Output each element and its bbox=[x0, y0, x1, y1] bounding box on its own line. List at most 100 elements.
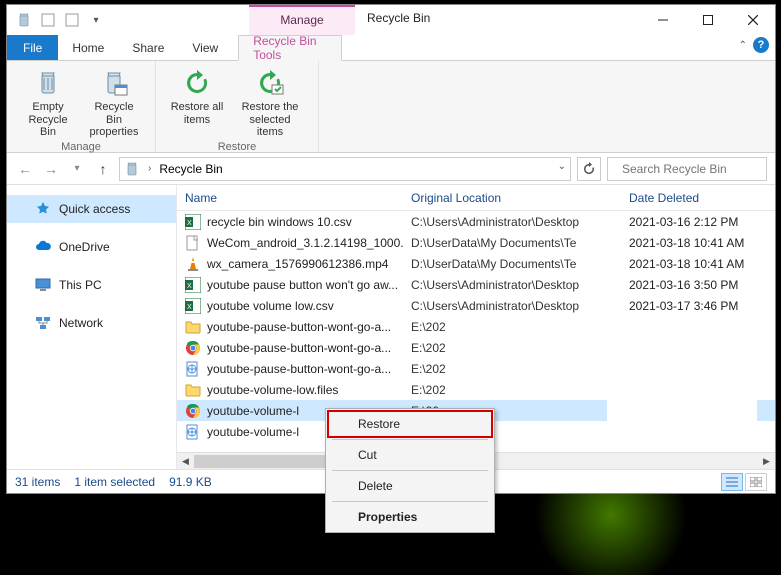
contextual-tab-manage: Manage bbox=[249, 5, 355, 35]
ctx-sep bbox=[332, 470, 488, 471]
ctx-cut[interactable]: Cut bbox=[328, 442, 492, 468]
address-dropdown-button[interactable]: ⌄ bbox=[558, 161, 566, 172]
system-menu-icon[interactable] bbox=[13, 9, 35, 31]
tab-home[interactable]: Home bbox=[58, 35, 118, 60]
original-location: C:\Users\Administrator\Desktop bbox=[403, 215, 621, 229]
collapse-ribbon-button[interactable]: ⌃ bbox=[739, 40, 747, 51]
column-headers: Name Original Location Date Deleted bbox=[177, 185, 775, 211]
date-deleted: 2021-03-18 10:41 AM bbox=[621, 257, 775, 271]
file-type-icon: X bbox=[185, 277, 201, 293]
file-name: youtube-volume-low.files bbox=[207, 383, 338, 397]
ctx-sep bbox=[332, 439, 488, 440]
nav-history-dropdown[interactable]: ▾ bbox=[67, 159, 87, 179]
status-size: 91.9 KB bbox=[169, 475, 212, 489]
breadcrumb-sep-icon[interactable]: › bbox=[146, 163, 153, 174]
tab-view[interactable]: View bbox=[178, 35, 232, 60]
ctx-properties[interactable]: Properties bbox=[328, 504, 492, 530]
original-location: C:\Users\Administrator\Desktop bbox=[403, 299, 621, 313]
cloud-icon bbox=[35, 239, 51, 255]
manage-label: Manage bbox=[280, 7, 323, 27]
svg-text:X: X bbox=[187, 220, 192, 227]
date-deleted: 2021-03-18 10:41 AM bbox=[621, 236, 775, 250]
file-type-icon bbox=[185, 256, 201, 272]
refresh-icon bbox=[582, 162, 596, 176]
tab-file[interactable]: File bbox=[7, 35, 58, 60]
restore-selected-button[interactable]: Restore the selected items bbox=[230, 65, 310, 141]
star-icon bbox=[35, 201, 51, 217]
restore-all-button[interactable]: Restore all items bbox=[164, 65, 230, 141]
tab-share[interactable]: Share bbox=[118, 35, 178, 60]
thumbnails-view-button[interactable] bbox=[745, 473, 767, 491]
nav-network[interactable]: Network bbox=[7, 309, 176, 337]
original-location: E:\202 bbox=[403, 320, 621, 334]
restore-all-icon bbox=[181, 67, 213, 99]
date-deleted: 2021-03-16 3:50 PM bbox=[621, 278, 775, 292]
details-view-button[interactable] bbox=[721, 473, 743, 491]
bin-properties-icon bbox=[98, 67, 130, 99]
nav-quick-access[interactable]: Quick access bbox=[7, 195, 176, 223]
original-location: E:\202 bbox=[403, 383, 621, 397]
ctx-restore[interactable]: Restore bbox=[328, 411, 492, 437]
original-location: C:\Users\Administrator\Desktop bbox=[403, 278, 621, 292]
file-type-icon bbox=[185, 424, 201, 440]
qat-placeholder-1-icon[interactable] bbox=[37, 9, 59, 31]
address-bar[interactable]: › Recycle Bin ⌄ bbox=[119, 157, 571, 181]
window-title: Recycle Bin bbox=[367, 11, 430, 25]
refresh-button[interactable] bbox=[577, 157, 601, 181]
table-row[interactable]: Xrecycle bin windows 10.csvC:\Users\Admi… bbox=[177, 211, 775, 232]
recycle-bin-properties-button[interactable]: Recycle Bin properties bbox=[81, 65, 147, 141]
table-row[interactable]: Xyoutube pause button won't go aw... C:\U… bbox=[177, 274, 775, 295]
file-name: youtube-pause-button-wont-go-a... bbox=[207, 341, 391, 355]
table-row[interactable]: WeCom_android_3.1.2.14198_1000...D:\User… bbox=[177, 232, 775, 253]
maximize-button[interactable] bbox=[685, 5, 730, 35]
empty-recycle-bin-button[interactable]: Empty Recycle Bin bbox=[15, 65, 81, 141]
navigation-pane: Quick access OneDrive This PC Network bbox=[7, 185, 177, 469]
file-name: WeCom_android_3.1.2.14198_1000... bbox=[207, 236, 403, 250]
nav-back-button[interactable]: ← bbox=[15, 159, 35, 179]
file-type-icon: X bbox=[185, 214, 201, 230]
column-date-deleted[interactable]: Date Deleted bbox=[621, 191, 775, 205]
scroll-left-button[interactable]: ◀ bbox=[177, 453, 194, 470]
file-name: youtube-volume-l bbox=[207, 425, 299, 439]
file-type-icon bbox=[185, 319, 201, 335]
nav-onedrive[interactable]: OneDrive bbox=[7, 233, 176, 261]
minimize-button[interactable] bbox=[640, 5, 685, 35]
file-name: youtube-pause-button-wont-go-a... bbox=[207, 320, 391, 334]
restore-selected-icon bbox=[254, 67, 286, 99]
ribbon-help-area: ⌃ ? bbox=[739, 37, 769, 53]
tab-recycle-bin-tools[interactable]: Recycle Bin Tools bbox=[238, 35, 342, 61]
ribbon-group-manage: Empty Recycle Bin Recycle Bin properties… bbox=[7, 61, 156, 152]
ctx-delete[interactable]: Delete bbox=[328, 473, 492, 499]
file-type-icon bbox=[185, 361, 201, 377]
help-button[interactable]: ? bbox=[753, 37, 769, 53]
date-deleted: 2021-03-16 2:12 PM bbox=[621, 215, 775, 229]
column-original-location[interactable]: Original Location bbox=[403, 191, 621, 205]
file-type-icon: X bbox=[185, 298, 201, 314]
search-input[interactable] bbox=[620, 161, 779, 177]
recycle-bin-icon bbox=[124, 161, 140, 177]
file-name: youtube-pause-button-wont-go-a... bbox=[207, 362, 391, 376]
nav-forward-button[interactable]: → bbox=[41, 159, 61, 179]
file-name: youtube pause button won't go aw... bbox=[207, 278, 398, 292]
file-name: wx_camera_1576990612386.mp4 bbox=[207, 257, 388, 271]
file-type-icon bbox=[185, 403, 201, 419]
close-button[interactable] bbox=[730, 5, 775, 35]
original-location: D:\UserData\My Documents\Te bbox=[403, 257, 621, 271]
window-controls bbox=[640, 5, 775, 35]
view-toggle bbox=[721, 473, 767, 491]
column-name[interactable]: Name bbox=[177, 191, 403, 205]
search-box[interactable] bbox=[607, 157, 767, 181]
context-menu: Restore Cut Delete Properties bbox=[325, 408, 495, 533]
qat-placeholder-2-icon[interactable] bbox=[61, 9, 83, 31]
svg-text:X: X bbox=[187, 304, 192, 311]
scroll-right-button[interactable]: ▶ bbox=[758, 453, 775, 470]
nav-up-button[interactable]: ↑ bbox=[93, 159, 113, 179]
ribbon: Empty Recycle Bin Recycle Bin properties… bbox=[7, 61, 775, 153]
group-label-manage: Manage bbox=[61, 141, 101, 155]
redact-overlay bbox=[607, 311, 757, 452]
qat-dropdown[interactable]: ▾ bbox=[85, 9, 107, 31]
ctx-sep bbox=[332, 501, 488, 502]
file-type-icon bbox=[185, 235, 201, 251]
nav-this-pc[interactable]: This PC bbox=[7, 271, 176, 299]
table-row[interactable]: wx_camera_1576990612386.mp4 D:\UserData\M… bbox=[177, 253, 775, 274]
